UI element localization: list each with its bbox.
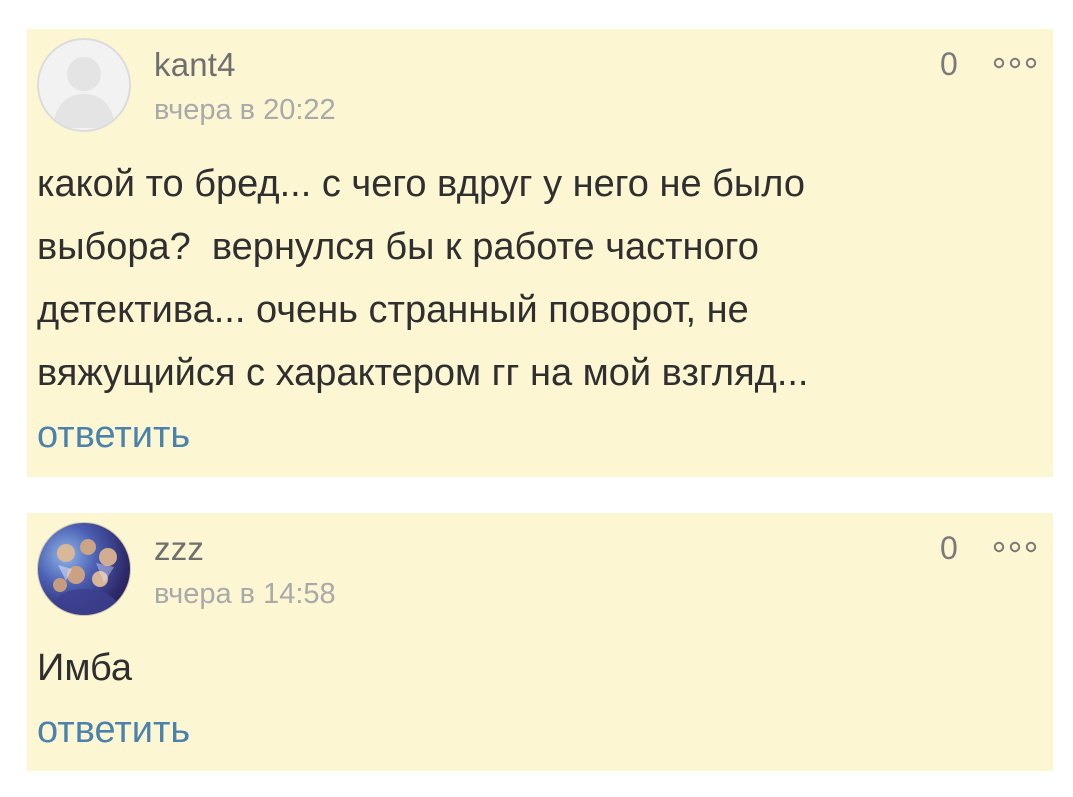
more-dots-icon[interactable] <box>993 541 1037 553</box>
comment-timestamp: вчера в 14:58 <box>154 578 336 610</box>
user-photo-icon <box>48 539 124 615</box>
comment-text: Имба <box>37 647 133 689</box>
avatar[interactable] <box>37 38 131 132</box>
comment-text: какой то бред... с чего вдруг у него не … <box>37 163 809 394</box>
comment-timestamp: вчера в 20:22 <box>154 94 336 126</box>
reply-link[interactable]: ответить <box>37 414 190 457</box>
username[interactable]: zzz <box>154 530 204 568</box>
more-dots-icon[interactable] <box>993 57 1037 69</box>
default-user-icon <box>53 57 115 128</box>
avatar[interactable] <box>37 522 131 616</box>
comment-rating: 0 <box>940 46 958 82</box>
reply-link[interactable]: ответить <box>37 709 190 752</box>
comment-card: kant4 вчера в 20:22 0 какой то бред... с… <box>27 29 1053 477</box>
username[interactable]: kant4 <box>154 46 236 84</box>
comment-card: zzz вчера в 14:58 0 Имба ответить <box>27 513 1053 771</box>
comment-rating: 0 <box>940 530 958 566</box>
